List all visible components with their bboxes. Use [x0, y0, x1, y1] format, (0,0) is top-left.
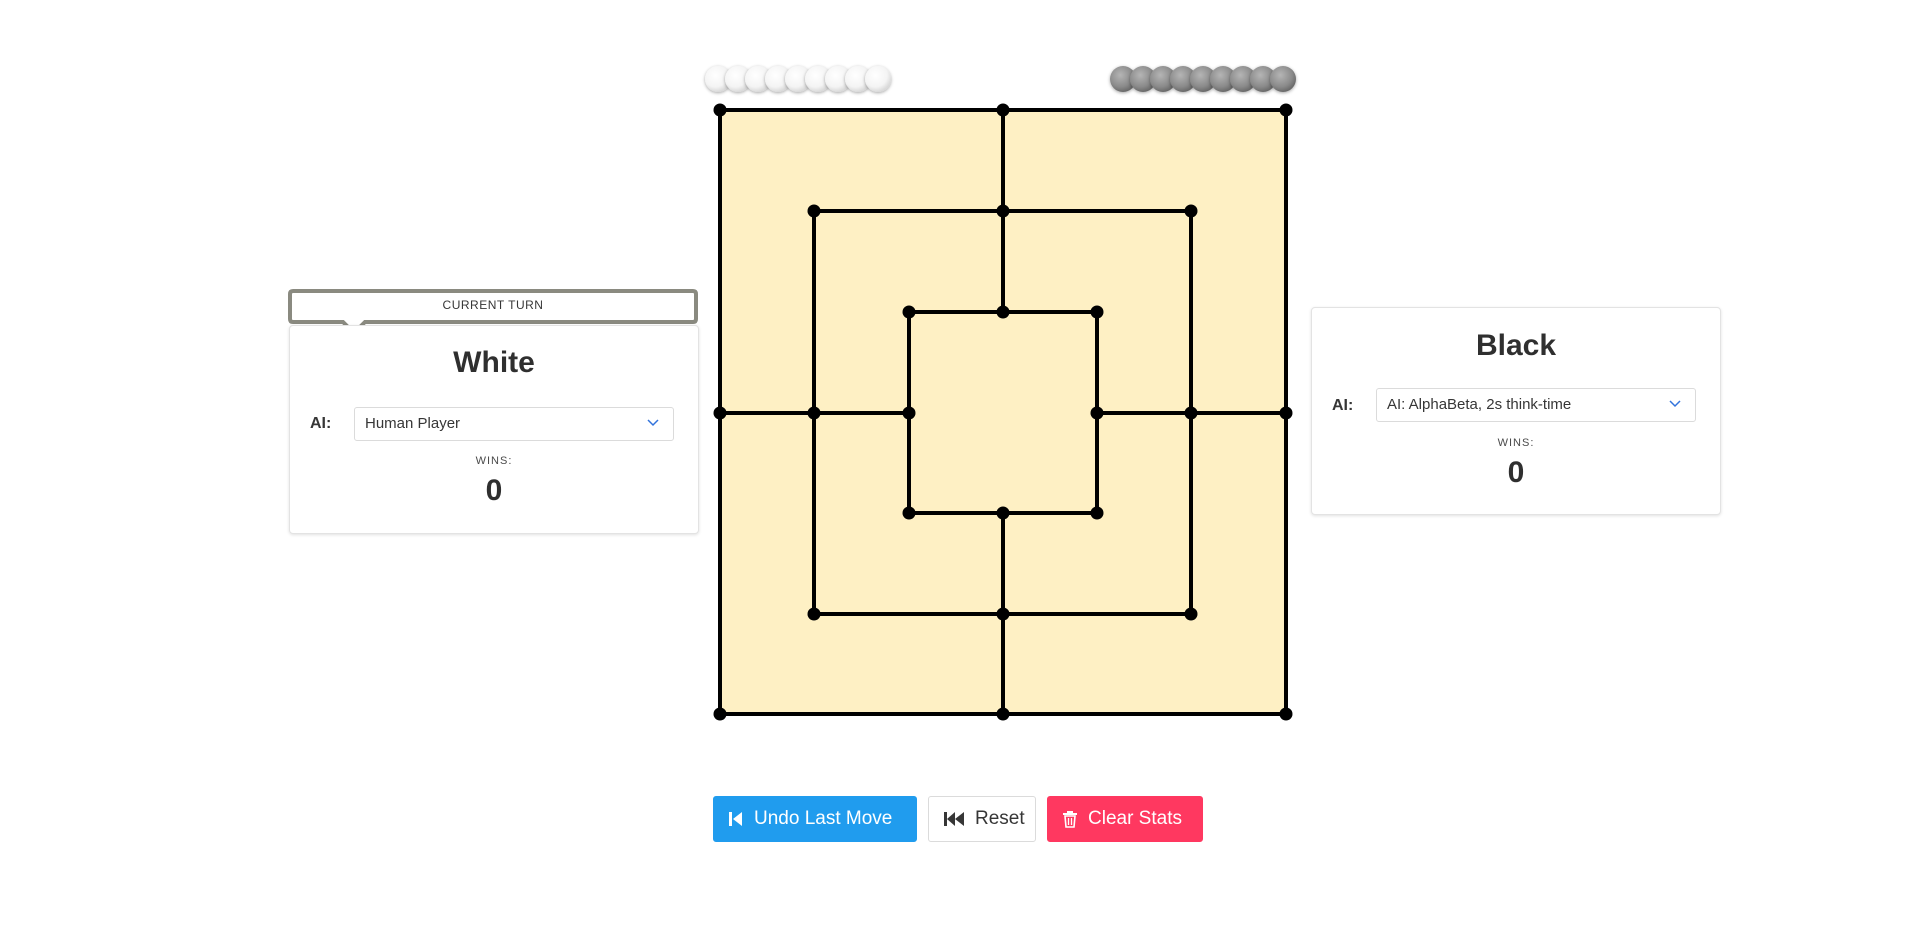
white-ai-selected-value: Human Player — [365, 415, 461, 432]
board-point[interactable] — [713, 103, 727, 117]
fast-backward-icon — [944, 812, 964, 826]
black-piece — [1270, 66, 1296, 92]
current-turn-label: CURRENT TURN — [442, 298, 544, 312]
reset-label: Reset — [975, 808, 1025, 829]
board-point[interactable] — [1184, 607, 1198, 621]
black-pieces-reserve — [1110, 66, 1296, 92]
white-piece — [865, 66, 891, 92]
board-point[interactable] — [1184, 406, 1198, 420]
reset-button[interactable]: Reset — [928, 796, 1036, 842]
white-player-name: White — [453, 346, 535, 379]
black-player-name: Black — [1475, 329, 1557, 362]
board-point[interactable] — [713, 406, 727, 420]
clear-stats-label: Clear Stats — [1088, 808, 1182, 829]
white-wins-label: WINS: — [475, 455, 513, 467]
board-point[interactable] — [1279, 707, 1293, 721]
clear-stats-button[interactable]: Clear Stats — [1047, 796, 1203, 842]
board-point[interactable] — [1090, 406, 1104, 420]
black-wins-label: WINS: — [1497, 437, 1535, 449]
white-player-panel: White AI: Human Player WINS: 0 — [289, 325, 699, 534]
trash-icon — [1063, 811, 1077, 828]
board-point[interactable] — [902, 305, 916, 319]
board-point[interactable] — [1090, 305, 1104, 319]
board-point[interactable] — [996, 103, 1010, 117]
board-point[interactable] — [713, 707, 727, 721]
chevron-down-icon — [647, 419, 659, 427]
undo-last-move-button[interactable]: Undo Last Move — [713, 796, 917, 842]
board-point[interactable] — [807, 406, 821, 420]
board-point[interactable] — [1279, 406, 1293, 420]
board-point[interactable] — [996, 607, 1010, 621]
white-ai-label: AI: — [310, 415, 332, 432]
board-point[interactable] — [996, 707, 1010, 721]
undo-label: Undo Last Move — [754, 808, 893, 829]
white-wins-count: 0 — [485, 474, 503, 507]
board-point[interactable] — [1184, 204, 1198, 218]
board-point[interactable] — [996, 305, 1010, 319]
board-point[interactable] — [996, 204, 1010, 218]
board-point[interactable] — [1090, 506, 1104, 520]
white-pieces-reserve — [705, 66, 891, 92]
board-point[interactable] — [807, 607, 821, 621]
game-board[interactable] — [700, 55, 1310, 735]
white-ai-select[interactable]: Human Player — [354, 407, 674, 441]
black-ai-label: AI: — [1332, 397, 1354, 414]
black-ai-select[interactable]: AI: AlphaBeta, 2s think-time — [1376, 388, 1696, 422]
board-point[interactable] — [996, 506, 1010, 520]
board-point[interactable] — [902, 406, 916, 420]
chevron-down-icon — [1669, 400, 1681, 408]
board-point[interactable] — [1279, 103, 1293, 117]
black-wins-count: 0 — [1507, 456, 1525, 489]
board-point[interactable] — [807, 204, 821, 218]
black-ai-selected-value: AI: AlphaBeta, 2s think-time — [1387, 396, 1572, 413]
board-point[interactable] — [902, 506, 916, 520]
black-player-panel: Black AI: AI: AlphaBeta, 2s think-time W… — [1311, 307, 1721, 515]
step-backward-icon — [729, 812, 742, 826]
